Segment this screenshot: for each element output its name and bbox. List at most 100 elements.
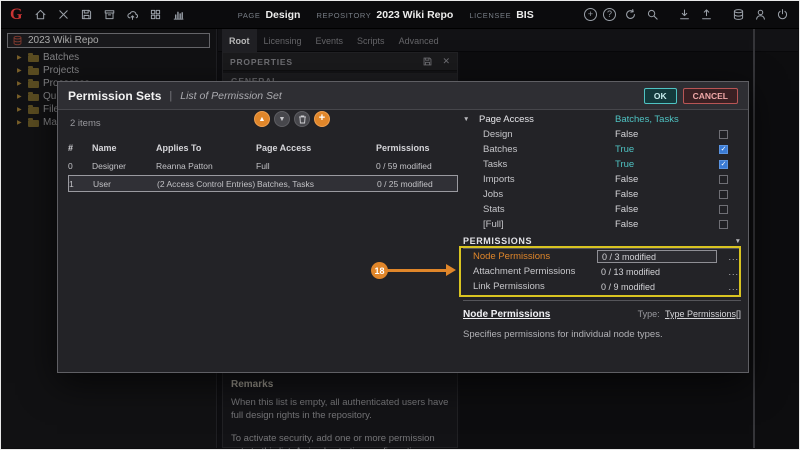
upload-icon[interactable] (698, 7, 714, 23)
property-label: Imports (479, 174, 615, 185)
col-header-access: Page Access (256, 143, 376, 153)
permission-value: 0 / 9 modified (597, 280, 717, 293)
property-value: False (615, 204, 719, 215)
group-row-page-access[interactable]: ▼ Page Access Batches, Tasks (463, 112, 741, 127)
topbar: G PAGE Design REPOSITORY 2023 Wiki Repo … (1, 1, 799, 29)
licensee-value: BIS (516, 9, 534, 21)
cell-access: Full (256, 161, 376, 171)
dialog-titlebar: Permission Sets | List of Permission Set… (58, 82, 748, 110)
add-button[interactable]: + (314, 111, 330, 127)
cancel-button[interactable]: CANCEL (683, 88, 738, 104)
move-up-button[interactable]: ▲ (254, 111, 270, 127)
cloud-upload-icon[interactable] (124, 7, 140, 23)
permission-row-link[interactable]: Link Permissions 0 / 9 modified ... (463, 279, 741, 294)
checkbox-design[interactable] (719, 130, 728, 139)
property-row-jobs[interactable]: Jobs False (463, 187, 741, 202)
cell-applies: (2 Access Control Entries) (157, 179, 257, 189)
checkbox-tasks[interactable] (719, 160, 728, 169)
permissions-section-header[interactable]: PERMISSIONS ▼ (463, 234, 741, 249)
home-icon[interactable] (32, 7, 48, 23)
archive-box-icon[interactable] (101, 7, 117, 23)
property-row-batches[interactable]: Batches True (463, 142, 741, 157)
property-value: False (615, 219, 719, 230)
property-row-stats[interactable]: Stats False (463, 202, 741, 217)
property-row-design[interactable]: Design False (463, 127, 741, 142)
page-value: Design (265, 9, 300, 21)
refresh-icon[interactable] (622, 7, 638, 23)
repository-label: REPOSITORY (316, 11, 371, 20)
permission-sets-dialog: Permission Sets | List of Permission Set… (57, 81, 749, 373)
checkbox-stats[interactable] (719, 205, 728, 214)
trash-icon (297, 114, 308, 125)
property-value: False (615, 174, 719, 185)
plus-glyph: + (588, 10, 593, 19)
checkbox-full[interactable] (719, 220, 728, 229)
arrow-up-icon: ▲ (259, 116, 266, 123)
cell-num: 0 (68, 161, 92, 171)
list-toolbar: ▲ ▼ + (254, 111, 330, 127)
col-header-num: # (68, 143, 92, 153)
download-icon[interactable] (676, 7, 692, 23)
page-label: PAGE (238, 11, 261, 20)
cell-permissions: 0 / 25 modified (377, 179, 457, 189)
property-row-full[interactable]: [Full] False (463, 217, 741, 232)
add-circle-icon[interactable]: + (584, 8, 597, 21)
chevron-down-icon[interactable]: ▼ (735, 238, 741, 245)
topbar-right-icons: + ? (584, 7, 790, 23)
search-icon[interactable] (644, 7, 660, 23)
table-header-row: # Name Applies To Page Access Permission… (68, 139, 458, 156)
delete-button[interactable] (294, 111, 310, 127)
detail-description: Specifies permissions for individual nod… (463, 329, 741, 340)
cell-access: Batches, Tasks (257, 179, 377, 189)
group-label: Page Access (479, 114, 615, 125)
type-label: Type: (638, 309, 660, 319)
move-down-button[interactable]: ▼ (274, 111, 290, 127)
property-row-tasks[interactable]: Tasks True (463, 157, 741, 172)
help-circle-icon[interactable]: ? (603, 8, 616, 21)
permission-row-node[interactable]: Node Permissions 0 / 3 modified ... (463, 249, 741, 264)
collapse-icon[interactable]: ▼ (463, 116, 479, 123)
items-count: 2 items (70, 118, 101, 129)
checkbox-jobs[interactable] (719, 190, 728, 199)
permission-label: Node Permissions (473, 251, 597, 262)
detail-title: Node Permissions (463, 309, 550, 320)
col-header-applies: Applies To (156, 143, 256, 153)
more-button[interactable]: ... (726, 267, 741, 277)
topbar-context: PAGE Design REPOSITORY 2023 Wiki Repo LI… (238, 1, 550, 29)
permission-label: Link Permissions (473, 281, 597, 292)
title-separator: | (169, 90, 172, 102)
plus-icon: + (319, 113, 325, 124)
cell-permissions: 0 / 59 modified (376, 161, 458, 171)
property-row-imports[interactable]: Imports False (463, 172, 741, 187)
table-row-selected[interactable]: 1 User (2 Access Control Entries) Batche… (68, 175, 458, 192)
detail-type: Type: Type Permissions[] (638, 309, 741, 319)
checkbox-imports[interactable] (719, 175, 728, 184)
grid-icon[interactable] (147, 7, 163, 23)
tools-icon[interactable] (55, 7, 71, 23)
table-row[interactable]: 0 Designer Reanna Patton Full 0 / 59 mod… (68, 157, 458, 174)
checkbox-batches[interactable] (719, 145, 728, 154)
help-glyph: ? (607, 10, 612, 19)
ok-button[interactable]: OK (644, 88, 677, 104)
more-button[interactable]: ... (726, 282, 741, 292)
col-header-permissions: Permissions (376, 143, 458, 153)
property-label: Batches (479, 144, 615, 155)
type-link[interactable]: Type Permissions[] (665, 309, 741, 319)
user-icon[interactable] (752, 7, 768, 23)
property-value: True (615, 144, 719, 155)
power-icon[interactable] (774, 7, 790, 23)
save-icon[interactable] (78, 7, 94, 23)
arrow-down-icon: ▼ (279, 116, 286, 123)
dialog-actions: OK CANCEL (644, 88, 738, 104)
group-value: Batches, Tasks (615, 114, 719, 125)
chart-icon[interactable] (170, 7, 186, 23)
property-grid: ▼ Page Access Batches, Tasks Design Fals… (463, 112, 741, 340)
permission-row-attachment[interactable]: Attachment Permissions 0 / 13 modified .… (463, 264, 741, 279)
repository-value: 2023 Wiki Repo (376, 9, 453, 21)
more-button[interactable]: ... (726, 252, 741, 262)
cell-name: User (93, 179, 157, 189)
app-window: G PAGE Design REPOSITORY 2023 Wiki Repo … (0, 0, 800, 450)
database-icon[interactable] (730, 7, 746, 23)
property-label: Tasks (479, 159, 615, 170)
property-label: Jobs (479, 189, 615, 200)
